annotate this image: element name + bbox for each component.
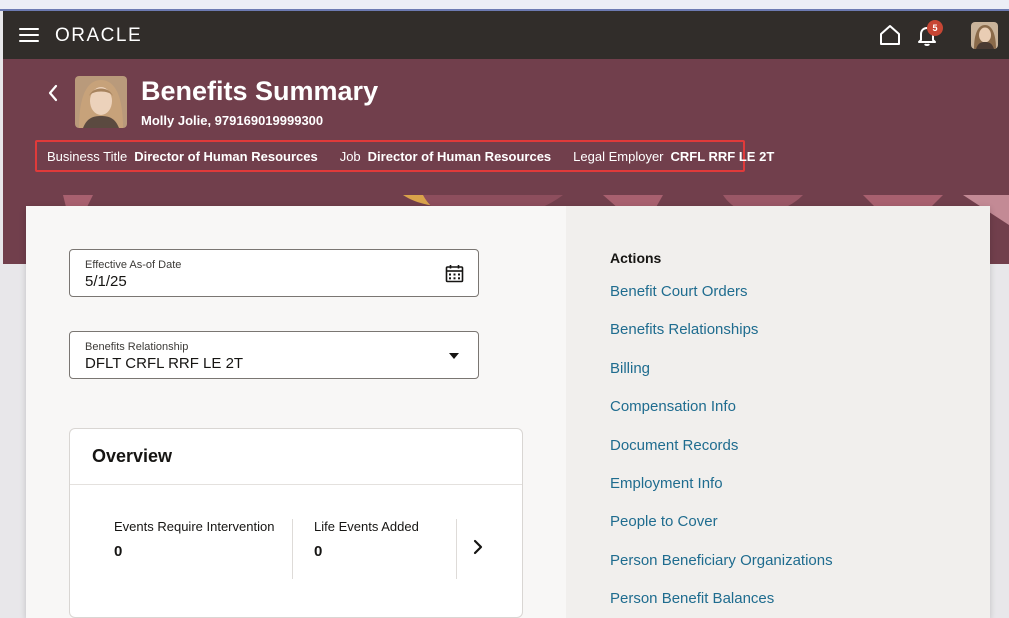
effective-date-value[interactable]: 5/1/25 [85,273,127,290]
chevron-right-icon[interactable] [468,537,488,557]
page-title: Benefits Summary [141,76,379,106]
employee-info-strip: Business Title Director of Human Resourc… [35,140,774,172]
home-icon[interactable] [878,24,902,46]
effective-date-label: Effective As-of Date [85,259,182,271]
metric-life-events-added[interactable]: Life Events Added 0 [314,519,419,560]
back-chevron-icon[interactable] [45,83,61,103]
action-person-benefit-balances[interactable]: Person Benefit Balances [610,590,774,607]
legal-employer-label: Legal Employer [573,148,664,164]
divider [456,519,457,579]
calendar-icon[interactable] [445,264,464,283]
actions-pane: Actions Benefit Court Orders Benefits Re… [566,206,990,618]
menu-icon[interactable] [19,28,39,42]
action-employment-info[interactable]: Employment Info [610,475,723,492]
overview-title: Overview [92,446,173,466]
divider [292,519,293,579]
metric-label: Events Require Intervention [114,519,275,534]
benefits-relationship-select[interactable]: Benefits Relationship DFLT CRFL RRF LE 2… [69,331,479,379]
user-avatar[interactable] [971,22,998,49]
action-benefits-relationships[interactable]: Benefits Relationships [610,321,758,338]
business-title-value: Director of Human Resources [134,148,318,164]
overview-panel: Overview Events Require Intervention 0 L… [69,428,523,618]
job-label: Job [339,148,361,164]
effective-date-field[interactable]: Effective As-of Date 5/1/25 [69,249,479,297]
window-frame [0,0,1009,11]
summary-pane: Effective As-of Date 5/1/25 Benefits Rel… [26,206,566,618]
action-billing[interactable]: Billing [610,360,650,377]
action-benefit-court-orders[interactable]: Benefit Court Orders [610,283,748,300]
action-compensation-info[interactable]: Compensation Info [610,398,736,415]
business-title-label: Business Title [47,148,128,164]
dropdown-caret-icon[interactable] [449,353,459,359]
action-person-beneficiary-organizations[interactable]: Person Beneficiary Organizations [610,552,833,569]
notification-badge: 5 [927,20,943,36]
benefits-relationship-label: Benefits Relationship [85,341,189,353]
metric-events-require-intervention[interactable]: Events Require Intervention 0 [114,519,274,560]
benefits-summary-card: Effective As-of Date 5/1/25 Benefits Rel… [26,206,990,618]
metric-value: 0 [314,543,323,560]
oracle-logo[interactable]: ORACLE [55,25,142,47]
person-name-number: Molly Jolie, 979169019999300 [141,113,324,128]
metric-value: 0 [114,543,123,560]
action-document-records[interactable]: Document Records [610,437,738,454]
employee-photo [75,76,127,128]
actions-title: Actions [610,250,662,266]
global-header: ORACLE 5 [3,11,1009,59]
metric-label: Life Events Added [314,519,419,534]
benefits-relationship-value[interactable]: DFLT CRFL RRF LE 2T [85,355,243,372]
action-people-to-cover[interactable]: People to Cover [610,513,718,530]
legal-employer-value: CRFL RRF LE 2T [670,148,775,164]
divider [70,484,522,485]
job-value: Director of Human Resources [367,148,552,164]
